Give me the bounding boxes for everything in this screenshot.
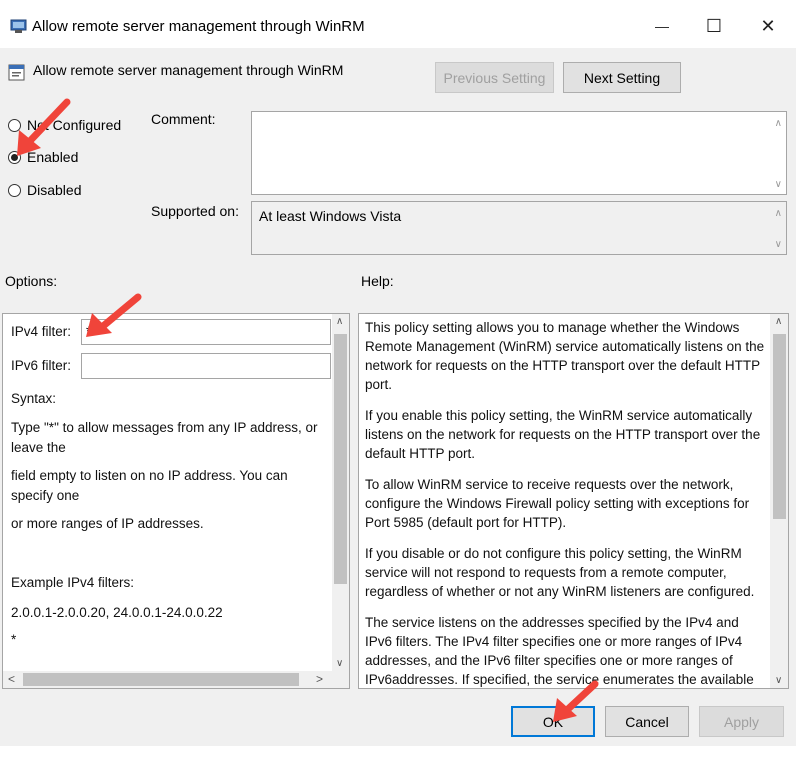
help-text: This policy setting allows you to manage… xyxy=(365,318,767,688)
scroll-up-icon[interactable]: ∧ xyxy=(775,316,782,327)
help-paragraph: If you disable or do not configure this … xyxy=(365,546,755,599)
options-scroll-thumb[interactable] xyxy=(334,334,347,584)
window-title: Allow remote server management through W… xyxy=(32,18,365,35)
annotation-arrow-enabled xyxy=(17,98,71,156)
group-policy-app-icon xyxy=(10,19,27,33)
help-panel: This policy setting allows you to manage… xyxy=(358,313,789,689)
radio-disabled[interactable]: Disabled xyxy=(8,180,81,200)
scroll-up-icon[interactable]: ∧ xyxy=(775,118,782,129)
scroll-down-icon[interactable]: ∨ xyxy=(775,675,782,686)
supported-on-label: Supported on: xyxy=(151,203,239,219)
options-hscroll-thumb[interactable] xyxy=(23,673,299,686)
options-vertical-scrollbar[interactable]: ∧ ∨ xyxy=(332,314,349,671)
minimize-icon: — xyxy=(655,18,669,34)
apply-button[interactable]: Apply xyxy=(699,706,784,737)
example-ipv4-heading: Example IPv4 filters: xyxy=(11,575,135,590)
previous-setting-button[interactable]: Previous Setting xyxy=(435,62,554,93)
scroll-down-icon[interactable]: ∨ xyxy=(775,239,782,250)
close-icon: ✕ xyxy=(760,15,776,36)
help-paragraph: To allow WinRM service to receive reques… xyxy=(365,477,750,530)
scroll-left-icon[interactable]: < xyxy=(8,672,15,686)
cancel-button[interactable]: Cancel xyxy=(605,706,689,737)
help-scroll-thumb[interactable] xyxy=(773,334,786,519)
scroll-down-icon[interactable]: ∨ xyxy=(775,179,782,190)
syntax-line-1: Type "*" to allow messages from any IP a… xyxy=(11,420,318,455)
syntax-line-2: field empty to listen on no IP address. … xyxy=(11,468,288,503)
syntax-line-3: or more ranges of IP addresses. xyxy=(11,516,204,531)
options-label: Options: xyxy=(5,273,58,289)
policy-setting-icon xyxy=(8,64,25,81)
syntax-heading: Syntax: xyxy=(11,391,57,406)
help-label: Help: xyxy=(361,273,394,289)
options-panel: IPv4 filter: * IPv6 filter: Syntax: Type… xyxy=(2,313,350,689)
comment-label: Comment: xyxy=(151,111,216,127)
supported-on-field: At least Windows Vista ∧ ∨ xyxy=(251,201,787,255)
annotation-arrow-ipv4 xyxy=(86,293,142,337)
minimize-button[interactable]: — xyxy=(636,0,688,52)
example-asterisk: * xyxy=(11,632,17,647)
help-paragraph: This policy setting allows you to manage… xyxy=(365,320,765,392)
scroll-down-icon[interactable]: ∨ xyxy=(336,658,343,669)
radio-disabled-circle xyxy=(8,183,21,197)
scroll-right-icon[interactable]: > xyxy=(316,672,323,686)
annotation-arrow-ok xyxy=(553,680,599,722)
radio-disabled-label: Disabled xyxy=(27,182,82,198)
next-setting-button[interactable]: Next Setting xyxy=(563,62,681,93)
example-ipv4-value: 2.0.0.1-2.0.0.20, 24.0.0.1-24.0.0.22 xyxy=(11,605,223,620)
comment-textarea[interactable]: ∧ ∨ xyxy=(251,111,787,195)
help-vertical-scrollbar[interactable]: ∧ ∨ xyxy=(770,314,788,688)
help-paragraph: If you enable this policy setting, the W… xyxy=(365,408,761,461)
scroll-up-icon[interactable]: ∧ xyxy=(336,316,343,327)
supported-on-value: At least Windows Vista xyxy=(259,208,402,224)
ipv4-filter-label: IPv4 filter: xyxy=(11,324,72,339)
ipv6-filter-label: IPv6 filter: xyxy=(11,358,72,373)
scroll-up-icon[interactable]: ∧ xyxy=(775,208,782,219)
maximize-icon: ☐ xyxy=(705,15,723,36)
close-button[interactable]: ✕ xyxy=(742,0,794,52)
policy-name: Allow remote server management through W… xyxy=(33,62,344,78)
maximize-button[interactable]: ☐ xyxy=(688,0,740,52)
options-horizontal-scrollbar[interactable]: < > xyxy=(3,671,349,688)
ipv6-filter-input[interactable] xyxy=(81,353,331,379)
